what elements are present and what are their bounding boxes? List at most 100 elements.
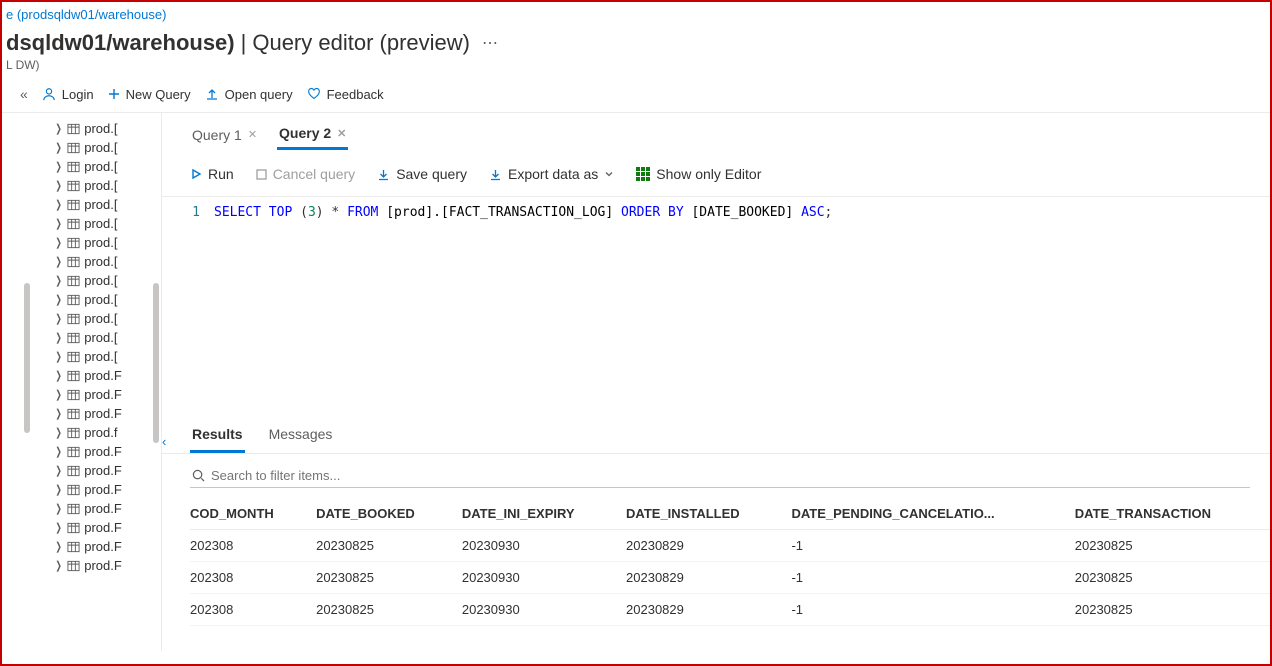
tree-item[interactable]: ❯prod.[ bbox=[54, 347, 161, 366]
tree-item[interactable]: ❯prod.[ bbox=[54, 119, 161, 138]
column-header[interactable]: DATE_INI_EXPIRY bbox=[462, 498, 626, 530]
new-query-button[interactable]: New Query bbox=[108, 87, 191, 102]
save-query-button[interactable]: Save query bbox=[377, 166, 467, 182]
tree-item-label: prod.[ bbox=[84, 140, 117, 155]
table-icon bbox=[67, 237, 80, 249]
tree-item[interactable]: ❯prod.F bbox=[54, 366, 161, 385]
chevron-right-icon: ❯ bbox=[55, 331, 61, 344]
tree-item-label: prod.[ bbox=[84, 254, 117, 269]
chevron-right-icon: ❯ bbox=[55, 521, 61, 534]
sql-editor[interactable]: 1 SELECT TOP (3) * FROM [prod].[FACT_TRA… bbox=[162, 196, 1270, 416]
tab-label: Query 1 bbox=[192, 127, 242, 143]
chevron-right-icon: ❯ bbox=[55, 274, 61, 287]
table-row[interactable]: 202308202308252023093020230829-120230825 bbox=[190, 562, 1270, 594]
chevron-right-icon: ❯ bbox=[55, 426, 61, 439]
export-data-button[interactable]: Export data as bbox=[489, 166, 614, 182]
left-scrollbar[interactable] bbox=[24, 283, 30, 433]
tree-item-label: prod.f bbox=[84, 425, 117, 440]
tree-item[interactable]: ❯prod.F bbox=[54, 480, 161, 499]
close-icon[interactable]: ✕ bbox=[248, 128, 257, 141]
tree-item[interactable]: ❯prod.[ bbox=[54, 328, 161, 347]
tree-item-label: prod.F bbox=[84, 558, 122, 573]
breadcrumb[interactable]: e (prodsqldw01/warehouse) bbox=[2, 2, 1270, 22]
tree-item[interactable]: ❯prod.F bbox=[54, 442, 161, 461]
query-tab[interactable]: Query 2✕ bbox=[277, 121, 348, 150]
chevron-right-icon: ❯ bbox=[55, 198, 61, 211]
export-label: Export data as bbox=[508, 166, 598, 182]
table-row[interactable]: 202308202308252023093020230829-120230825 bbox=[190, 594, 1270, 626]
tree-item[interactable]: ❯prod.[ bbox=[54, 176, 161, 195]
table-cell: 202308 bbox=[190, 530, 316, 562]
tree-item-label: prod.[ bbox=[84, 292, 117, 307]
table-icon bbox=[67, 123, 80, 135]
tree-item[interactable]: ❯ prod.f bbox=[54, 423, 161, 442]
tree-item-label: prod.[ bbox=[84, 159, 117, 174]
tree-item[interactable]: ❯prod.F bbox=[54, 461, 161, 480]
feedback-label: Feedback bbox=[327, 87, 384, 102]
tab-results[interactable]: Results bbox=[190, 420, 245, 453]
tree-item[interactable]: ❯prod.[ bbox=[54, 252, 161, 271]
tree-item[interactable]: ❯ prod.[ bbox=[54, 195, 161, 214]
results-search-input[interactable] bbox=[211, 468, 1248, 483]
tree-item-label: prod.[ bbox=[84, 197, 117, 212]
tab-messages[interactable]: Messages bbox=[267, 420, 335, 453]
table-cell: 20230829 bbox=[626, 594, 791, 626]
table-header-row: COD_MONTHDATE_BOOKEDDATE_INI_EXPIRYDATE_… bbox=[190, 498, 1270, 530]
chevron-down-icon bbox=[604, 169, 614, 179]
table-icon bbox=[67, 408, 80, 420]
tree-item[interactable]: ❯prod.[ bbox=[54, 138, 161, 157]
page-title-section: Query editor (preview) bbox=[252, 30, 470, 56]
column-header[interactable]: COD_MONTH bbox=[190, 498, 316, 530]
results-search[interactable] bbox=[190, 464, 1250, 488]
tree-item[interactable]: ❯prod.[ bbox=[54, 214, 161, 233]
chevron-right-icon: ❯ bbox=[55, 293, 61, 306]
column-header[interactable]: DATE_TRANSACTION bbox=[1075, 498, 1270, 530]
save-label: Save query bbox=[396, 166, 467, 182]
tree-item[interactable]: ❯ prod.[ bbox=[54, 290, 161, 309]
tree-item[interactable]: ❯prod.F bbox=[54, 404, 161, 423]
tree-item[interactable]: ❯prod.F bbox=[54, 499, 161, 518]
tree-item[interactable]: ❯prod.F bbox=[54, 556, 161, 575]
show-only-editor-button[interactable]: Show only Editor bbox=[636, 166, 761, 182]
command-bar: « Login New Query Open query Feedback bbox=[2, 82, 1270, 113]
login-button[interactable]: Login bbox=[42, 87, 94, 102]
table-icon bbox=[67, 218, 80, 230]
tree-item[interactable]: ❯prod.[ bbox=[54, 157, 161, 176]
column-header[interactable]: DATE_INSTALLED bbox=[626, 498, 791, 530]
tree-item[interactable]: ❯prod.[ bbox=[54, 309, 161, 328]
close-icon[interactable]: ✕ bbox=[337, 127, 346, 140]
column-header[interactable]: DATE_PENDING_CANCELATIO... bbox=[791, 498, 1074, 530]
tree-item[interactable]: ❯ prod.[ bbox=[54, 271, 161, 290]
tree-item-label: prod.[ bbox=[84, 273, 117, 288]
login-label: Login bbox=[62, 87, 94, 102]
table-icon bbox=[67, 560, 80, 572]
more-actions-button[interactable]: ⋯ bbox=[476, 33, 504, 53]
table-icon bbox=[67, 256, 80, 268]
feedback-button[interactable]: Feedback bbox=[307, 87, 384, 102]
tree-item-label: prod.[ bbox=[84, 311, 117, 326]
tree-item-label: prod.F bbox=[84, 482, 122, 497]
table-icon bbox=[67, 389, 80, 401]
table-row[interactable]: 202308202308252023093020230829-120230825 bbox=[190, 530, 1270, 562]
query-tab[interactable]: Query 1 ✕ bbox=[190, 121, 259, 150]
chevron-right-icon: ❯ bbox=[55, 350, 61, 363]
chevron-right-icon: ❯ bbox=[55, 369, 61, 382]
tree-item[interactable]: ❯prod.F bbox=[54, 518, 161, 537]
tree-item-label: prod.[ bbox=[84, 121, 117, 136]
table-icon bbox=[67, 484, 80, 496]
collapse-sidebar-button[interactable]: « bbox=[20, 86, 28, 102]
sidebar-scrollbar[interactable] bbox=[153, 283, 159, 443]
tree-item[interactable]: ❯prod.[ bbox=[54, 233, 161, 252]
column-header[interactable]: DATE_BOOKED bbox=[316, 498, 462, 530]
run-button[interactable]: Run bbox=[190, 166, 234, 182]
grid-icon bbox=[636, 167, 650, 181]
tree-item-label: prod.F bbox=[84, 387, 122, 402]
tree-item-label: prod.[ bbox=[84, 216, 117, 231]
table-cell: 20230930 bbox=[462, 530, 626, 562]
table-icon bbox=[67, 351, 80, 363]
open-query-button[interactable]: Open query bbox=[205, 87, 293, 102]
tree-item[interactable]: ❯prod.F bbox=[54, 385, 161, 404]
upload-icon bbox=[205, 87, 219, 101]
tree-item[interactable]: ❯prod.F bbox=[54, 537, 161, 556]
collapse-results-handle[interactable]: ‹ bbox=[162, 433, 167, 450]
